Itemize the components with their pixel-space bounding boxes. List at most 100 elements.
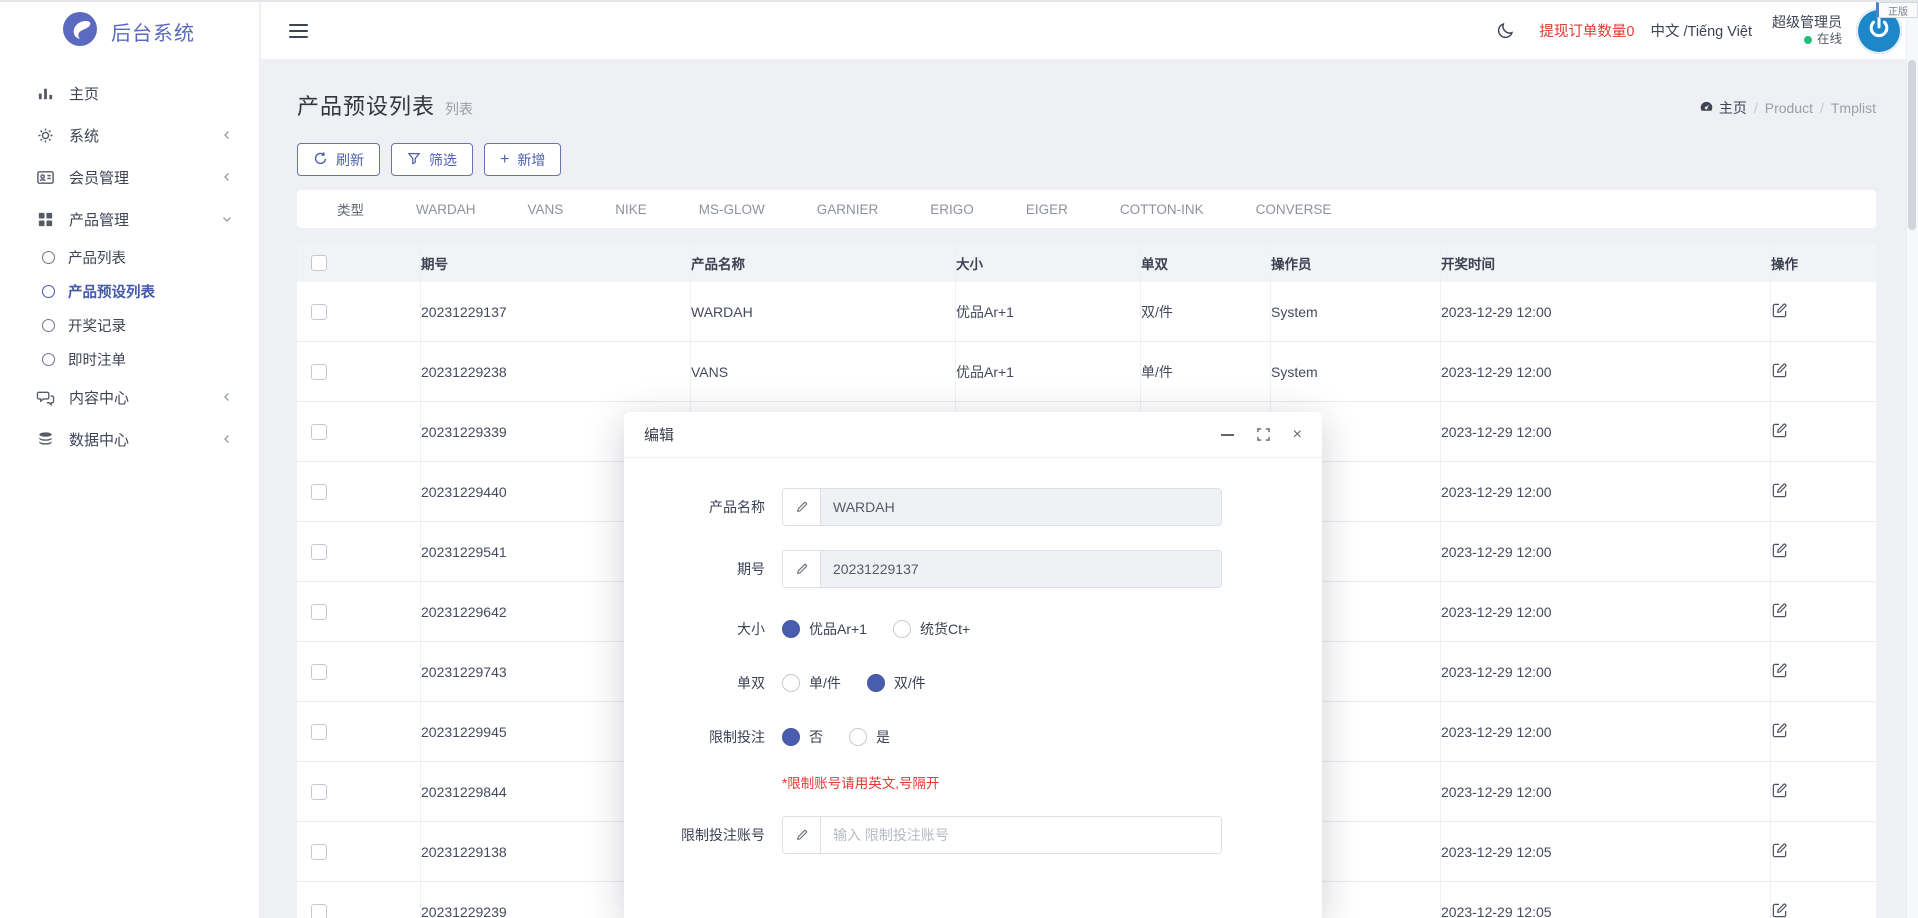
type-option-erigo[interactable]: ERIGO (930, 202, 974, 217)
type-option-cotton-ink[interactable]: COTTON-INK (1120, 202, 1204, 217)
limit-radio-option[interactable]: 是 (849, 727, 890, 747)
row-checkbox[interactable] (311, 723, 327, 740)
row-checkbox[interactable] (311, 423, 327, 440)
edit-row-button[interactable] (1771, 602, 1788, 622)
table-cell: VANS (691, 342, 956, 401)
chevron-left-icon (221, 391, 233, 403)
app-logo[interactable]: 后台系统 (0, 2, 259, 60)
table-cell: 2023-12-29 12:00 (1441, 702, 1771, 761)
row-checkbox[interactable] (311, 903, 327, 918)
edit-row-button[interactable] (1771, 362, 1788, 382)
breadcrumb-tmplist[interactable]: Tmplist (1831, 100, 1876, 116)
pencil-icon (783, 551, 821, 587)
row-checkbox[interactable] (311, 483, 327, 500)
sidebar-item-label: 即时注单 (68, 352, 126, 369)
sidebar-item-data-center[interactable]: 数据中心 (0, 418, 259, 460)
size-radio-option[interactable]: 优品Ar+1 (782, 619, 867, 639)
header-cell: 单双 (1141, 244, 1271, 282)
language-switcher[interactable]: 中文 /Tiếng Việt (1650, 20, 1752, 41)
field-product-name: 产品名称 (624, 488, 1322, 526)
edit-modal: 编辑 × 产品名称 期号 (624, 412, 1322, 918)
table-cell: 双/件 (1141, 282, 1271, 341)
radio-selected-icon[interactable] (782, 620, 800, 638)
size-radio-option[interactable]: 统货Ct+ (892, 619, 970, 639)
row-checkbox[interactable] (311, 603, 327, 620)
sidebar-item-label: 开奖记录 (68, 318, 126, 335)
table-cell: 优品Ar+1 (956, 342, 1141, 401)
sidebar-item-label: 产品预设列表 (68, 284, 155, 301)
radio-option-label: 是 (876, 729, 890, 745)
row-checkbox[interactable] (311, 363, 327, 380)
minimize-icon[interactable] (1220, 433, 1234, 436)
sidebar-item-products[interactable]: 产品管理 (0, 198, 259, 240)
limit-radio-option[interactable]: 否 (782, 727, 823, 747)
radio-unselected-icon[interactable] (892, 620, 911, 638)
sidebar-item-product-preset-list[interactable]: 产品预设列表 (0, 274, 259, 308)
scrollbar-thumb[interactable] (1908, 60, 1916, 230)
radio-selected-icon[interactable] (866, 674, 885, 692)
sidebar-item-system[interactable]: 系统 (0, 114, 259, 156)
product-name-input[interactable] (821, 489, 1221, 525)
edit-row-button[interactable] (1771, 782, 1788, 802)
chevron-left-icon (221, 129, 233, 141)
breadcrumb-home[interactable]: 主页 (1699, 98, 1747, 118)
select-all-checkbox[interactable] (311, 255, 327, 271)
edit-row-button[interactable] (1771, 662, 1788, 682)
sidebar-item-instant-orders[interactable]: 即时注单 (0, 342, 259, 376)
page-title: 产品预设列表 (297, 94, 436, 119)
page-scrollbar[interactable] (1906, 2, 1918, 918)
parity-radio-option[interactable]: 单/件 (782, 673, 841, 693)
radio-unselected-icon[interactable] (782, 674, 800, 692)
edit-row-button[interactable] (1771, 722, 1788, 742)
close-icon[interactable]: × (1293, 426, 1302, 443)
sidebar-item-members[interactable]: 会员管理 (0, 156, 259, 198)
limit-account-input[interactable] (821, 817, 1221, 853)
edit-row-button[interactable] (1771, 842, 1788, 862)
page-subtitle: 列表 (445, 101, 474, 117)
edit-row-button[interactable] (1771, 422, 1788, 442)
row-checkbox-cell (297, 282, 421, 341)
dark-mode-moon-icon[interactable] (1496, 21, 1515, 40)
sidebar-item-draw-records[interactable]: 开奖记录 (0, 308, 259, 342)
edit-row-button[interactable] (1771, 482, 1788, 502)
edit-row-button[interactable] (1771, 302, 1788, 322)
sidebar-item-home[interactable]: 主页 (0, 72, 259, 114)
edit-row-button[interactable] (1771, 542, 1788, 562)
row-action-cell (1771, 882, 1876, 918)
type-option-garnier[interactable]: GARNIER (817, 202, 879, 217)
refresh-button[interactable]: 刷新 (297, 143, 380, 176)
type-option-ms-glow[interactable]: MS-GLOW (699, 202, 765, 217)
type-option-converse[interactable]: CONVERSE (1256, 202, 1332, 217)
add-button[interactable]: + 新增 (484, 143, 562, 176)
row-checkbox[interactable] (311, 543, 327, 560)
breadcrumb-product[interactable]: Product (1765, 100, 1813, 116)
row-checkbox[interactable] (311, 663, 327, 680)
filter-button[interactable]: 筛选 (391, 143, 473, 176)
sidebar-toggle-hamburger-icon[interactable] (289, 20, 308, 42)
row-checkbox[interactable] (311, 843, 327, 860)
table-cell: System (1271, 342, 1441, 401)
type-option-wardah[interactable]: WARDAH (416, 202, 476, 217)
type-option-eiger[interactable]: EIGER (1026, 202, 1068, 217)
fullscreen-icon[interactable] (1256, 428, 1270, 441)
type-filter-bar: 类型 WARDAH VANS NIKE MS-GLOW GARNIER ERIGO EIGER… (297, 190, 1876, 228)
chevron-left-icon (221, 171, 233, 183)
type-option-nike[interactable]: NIKE (615, 202, 647, 217)
edit-row-button[interactable] (1771, 902, 1788, 918)
radio-unselected-icon[interactable] (849, 728, 867, 746)
row-checkbox[interactable] (311, 303, 327, 320)
type-option-vans[interactable]: VANS (528, 202, 564, 217)
row-checkbox[interactable] (311, 783, 327, 800)
table-cell: 单/件 (1141, 342, 1271, 401)
radio-selected-icon[interactable] (782, 728, 800, 746)
sidebar-item-content-center[interactable]: 内容中心 (0, 376, 259, 418)
sidebar-item-product-list[interactable]: 产品列表 (0, 240, 259, 274)
edit-square-icon (1771, 782, 1788, 802)
withdraw-orders-notice[interactable]: 提现订单数量0 (1539, 20, 1634, 41)
admin-name: 超级管理员 (1772, 14, 1842, 31)
corner-badge[interactable]: 正版 (1876, 2, 1918, 18)
pencil-icon (783, 489, 821, 525)
parity-radio-option[interactable]: 双/件 (866, 673, 926, 693)
issue-input[interactable] (821, 551, 1221, 587)
sidebar: 后台系统 主页 系统 会员管理 产品管理 产品列表产品预设列表 开奖记录即时注单内容中心数… (0, 2, 260, 918)
